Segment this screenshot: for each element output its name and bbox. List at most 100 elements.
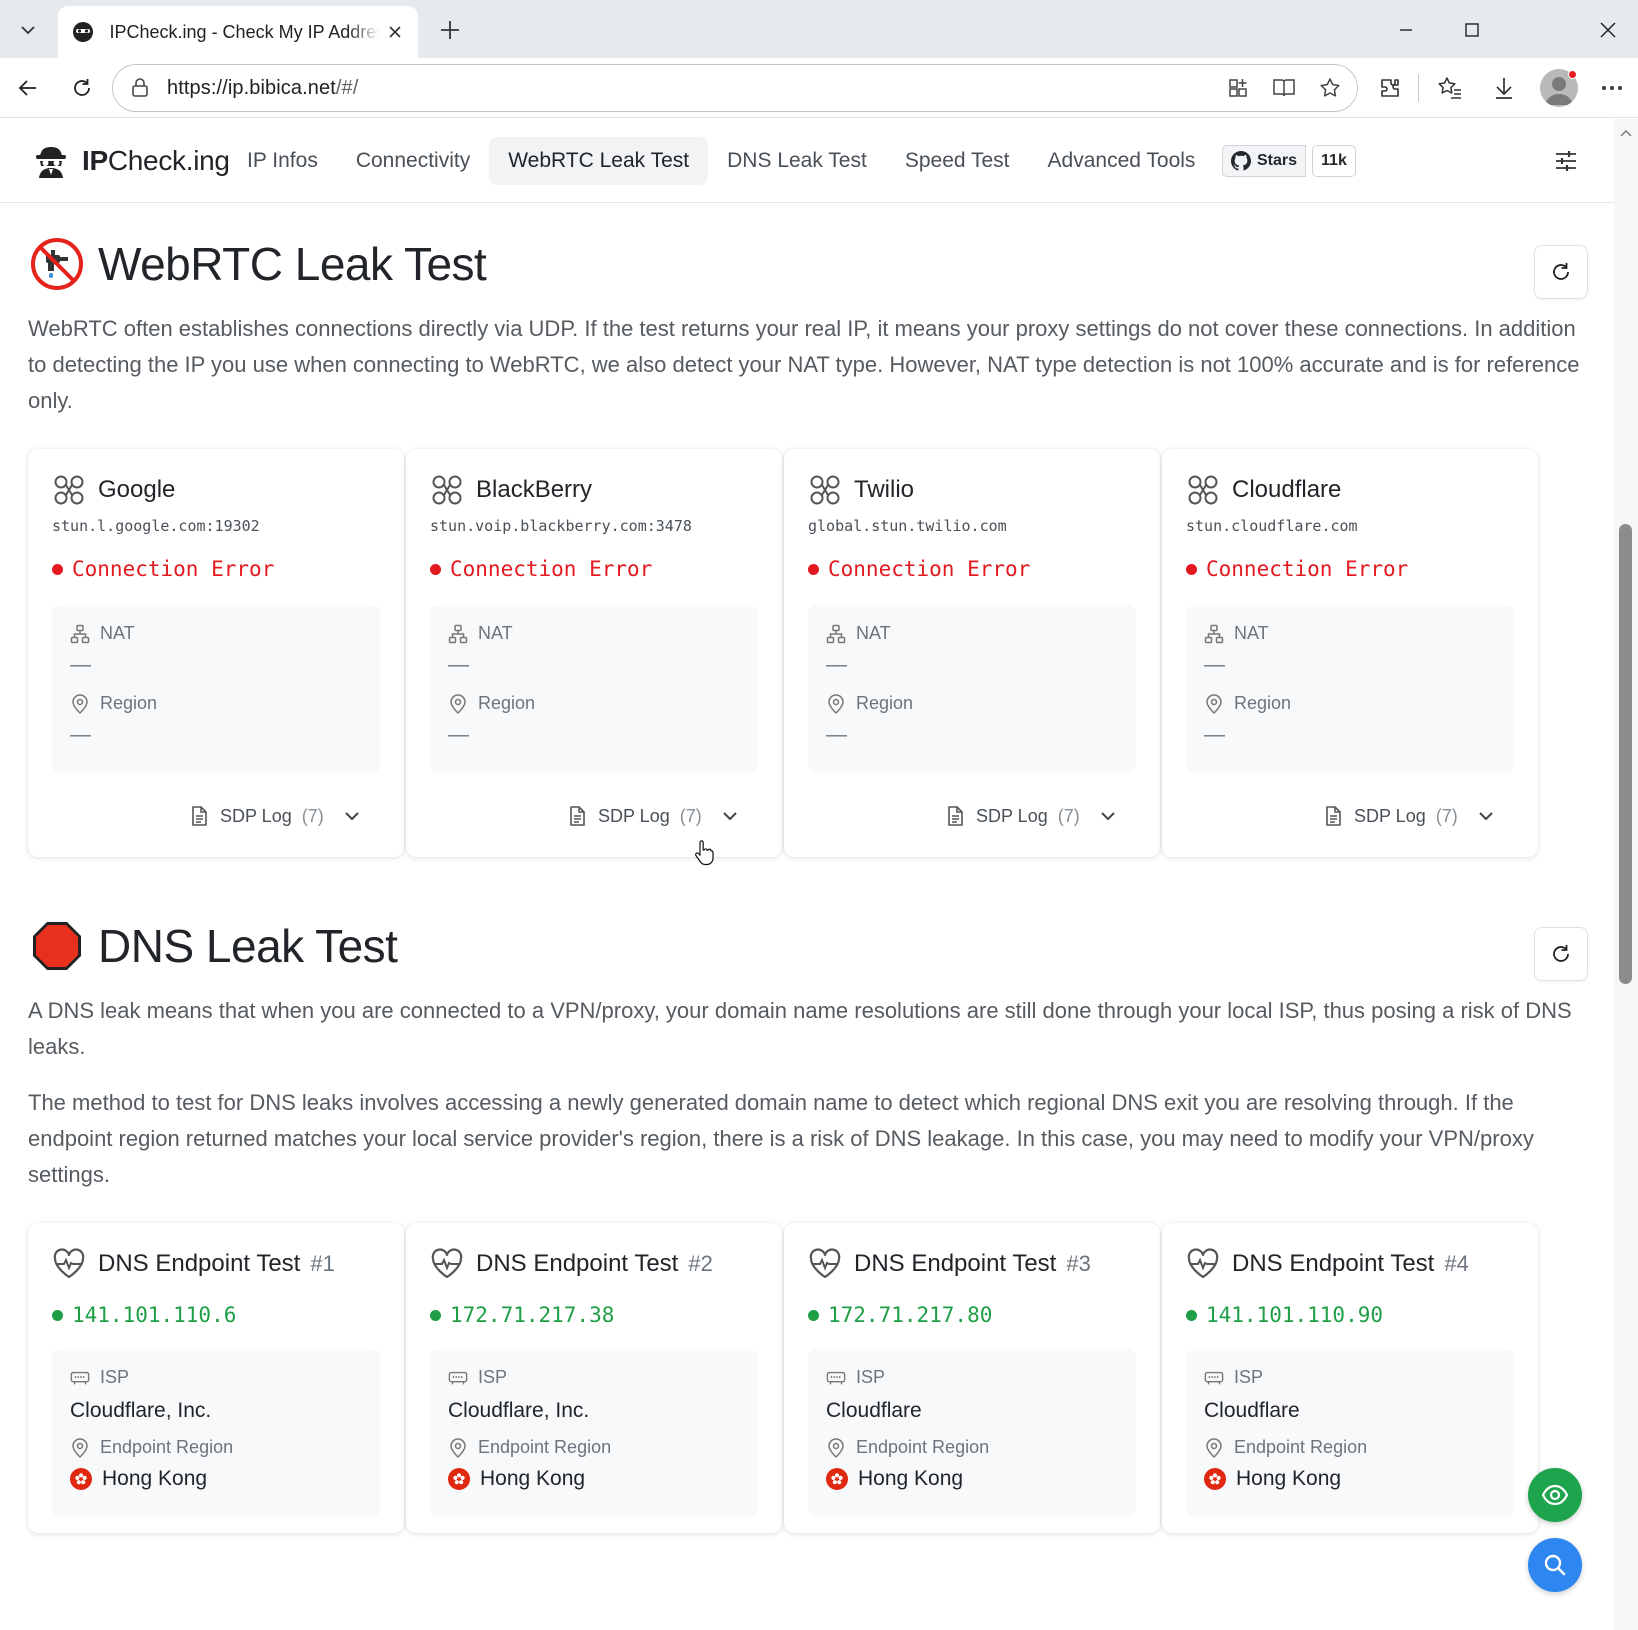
chevron-down-icon[interactable]	[1476, 806, 1496, 826]
endpoint-region-label-text: Endpoint Region	[856, 1437, 990, 1457]
url-host: https://ip.bibica.net	[167, 76, 336, 99]
isp-label-text: ISP	[478, 1367, 508, 1387]
endpoint-region-label-text: Endpoint Region	[100, 1437, 234, 1457]
stun-info-box: NAT — Region —	[808, 605, 1136, 773]
nat-label: NAT	[1204, 623, 1269, 644]
github-stars-count[interactable]: 11k	[1312, 145, 1356, 177]
dns-refresh-button[interactable]	[1534, 927, 1588, 981]
maximize-button[interactable]	[1448, 10, 1496, 50]
dns-card-number: #3	[1066, 1251, 1091, 1276]
endpoint-region-label: Endpoint Region	[448, 1437, 611, 1458]
isp-label: ISP	[826, 1367, 885, 1388]
nav-dns-leak-test[interactable]: DNS Leak Test	[708, 137, 886, 185]
reload-button[interactable]	[62, 68, 102, 108]
stun-server-name: Cloudflare	[1232, 476, 1342, 503]
back-button[interactable]	[8, 68, 48, 108]
sdp-log-toggle[interactable]: SDP Log (7)	[944, 805, 1118, 827]
chevron-down-icon[interactable]	[1098, 806, 1118, 826]
downloads-button[interactable]	[1484, 68, 1524, 108]
settings-more-button[interactable]	[1592, 68, 1632, 108]
stun-info-box: NAT — Region —	[430, 605, 758, 773]
reader-mode-icon[interactable]	[1265, 69, 1303, 107]
github-stars-label: Stars	[1257, 152, 1298, 169]
ip-search-button[interactable]	[1528, 1538, 1582, 1592]
browser-toolbar: https://ip.bibica.net/#/	[0, 58, 1638, 118]
new-tab-button[interactable]	[432, 12, 468, 48]
site-info-icon[interactable]	[125, 73, 155, 103]
connection-status-text: Connection Error	[1206, 557, 1409, 581]
map-pin-icon	[826, 1437, 846, 1458]
status-dot	[808, 563, 819, 575]
apps-icon[interactable]	[1219, 69, 1257, 107]
dns-endpoint-card: DNS Endpoint Test #4 141.101.110.90 ISP C…	[1162, 1223, 1538, 1533]
endpoint-region-label-text: Endpoint Region	[478, 1437, 612, 1457]
region-label: Region	[826, 693, 913, 714]
minimize-icon	[1400, 29, 1412, 31]
router-icon	[70, 1368, 90, 1388]
scroll-up-arrow-icon[interactable]	[1620, 128, 1632, 138]
dns-endpoint-ip: 172.71.217.80	[808, 1303, 992, 1327]
router-icon	[448, 1368, 468, 1388]
chevron-down-icon[interactable]	[342, 806, 362, 826]
nav-advanced-tools[interactable]: Advanced Tools	[1029, 137, 1215, 185]
scrollbar-thumb[interactable]	[1619, 524, 1632, 984]
dns-card-number: #2	[688, 1251, 713, 1276]
github-stars[interactable]: Stars 11k	[1222, 145, 1356, 177]
region-label: Region	[1204, 693, 1291, 714]
github-stars-button[interactable]: Stars	[1222, 145, 1307, 177]
extensions-button[interactable]	[1370, 68, 1410, 108]
stun-server-name: BlackBerry	[476, 476, 593, 503]
close-window-button[interactable]	[1584, 10, 1632, 50]
address-url[interactable]: https://ip.bibica.net/#/	[167, 77, 358, 100]
address-bar[interactable]: https://ip.bibica.net/#/	[112, 64, 1358, 112]
nav-speed-test[interactable]: Speed Test	[886, 137, 1029, 185]
sliders-icon	[1556, 151, 1576, 171]
dns-card-number: #4	[1444, 1251, 1469, 1276]
endpoint-region-label: Endpoint Region	[826, 1437, 989, 1458]
webrtc-section-title: WebRTC Leak Test	[30, 237, 487, 291]
minimize-button[interactable]	[1382, 10, 1430, 50]
dns-endpoint-ip-text: 172.71.217.80	[828, 1303, 993, 1327]
tab-close-icon[interactable]	[384, 21, 406, 43]
eye-icon	[1542, 1485, 1568, 1505]
document-icon	[570, 806, 585, 826]
endpoint-region-value: Hong Kong	[1204, 1467, 1341, 1491]
connection-status-text: Connection Error	[828, 557, 1031, 581]
stun-server-card: Twilio global.stun.twilio.com Connection…	[784, 449, 1160, 857]
status-dot	[808, 1309, 819, 1321]
nav-connectivity[interactable]: Connectivity	[337, 137, 489, 185]
sdp-log-label: SDP Log	[1354, 805, 1426, 826]
endpoint-region-text: Hong Kong	[858, 1467, 964, 1490]
isp-value: Cloudflare	[826, 1399, 922, 1422]
stun-info-box: NAT — Region —	[52, 605, 380, 773]
nat-value: —	[70, 653, 91, 676]
isp-label-text: ISP	[1234, 1367, 1264, 1387]
browser-tab[interactable]: IPCheck.ing - Check My IP Address	[58, 6, 418, 58]
toggle-visibility-button[interactable]	[1528, 1468, 1582, 1522]
sdp-log-toggle[interactable]: SDP Log (7)	[566, 805, 740, 827]
favorites-button[interactable]	[1430, 68, 1470, 108]
tab-list-button[interactable]	[6, 8, 50, 52]
connection-status: Connection Error	[808, 557, 1030, 581]
brand[interactable]: IPCheck.ing	[32, 141, 230, 181]
network-nodes-icon	[432, 475, 462, 505]
brand-bold: IP	[82, 145, 108, 176]
sdp-log-count: (7)	[1435, 805, 1458, 826]
connection-status-text: Connection Error	[72, 557, 275, 581]
document-icon	[192, 806, 207, 826]
nav-webrtc-leak-test[interactable]: WebRTC Leak Test	[489, 137, 709, 185]
dns-info-box: ISP Cloudflare Endpoint Region Hong Kong	[1186, 1349, 1514, 1517]
document-icon	[1326, 806, 1341, 826]
region-value: —	[70, 723, 91, 746]
nat-label-text: NAT	[478, 623, 513, 643]
favorite-star-icon[interactable]	[1311, 69, 1349, 107]
nav-ip-infos[interactable]: IP Infos	[228, 137, 337, 185]
chevron-down-icon[interactable]	[720, 806, 740, 826]
sdp-log-toggle[interactable]: SDP Log (7)	[1322, 805, 1496, 827]
preferences-button[interactable]	[1548, 143, 1584, 179]
webrtc-refresh-button[interactable]	[1534, 245, 1588, 299]
status-dot	[430, 563, 441, 575]
sdp-log-toggle[interactable]: SDP Log (7)	[188, 805, 362, 827]
search-icon	[1544, 1554, 1566, 1576]
isp-label-text: ISP	[856, 1367, 886, 1387]
